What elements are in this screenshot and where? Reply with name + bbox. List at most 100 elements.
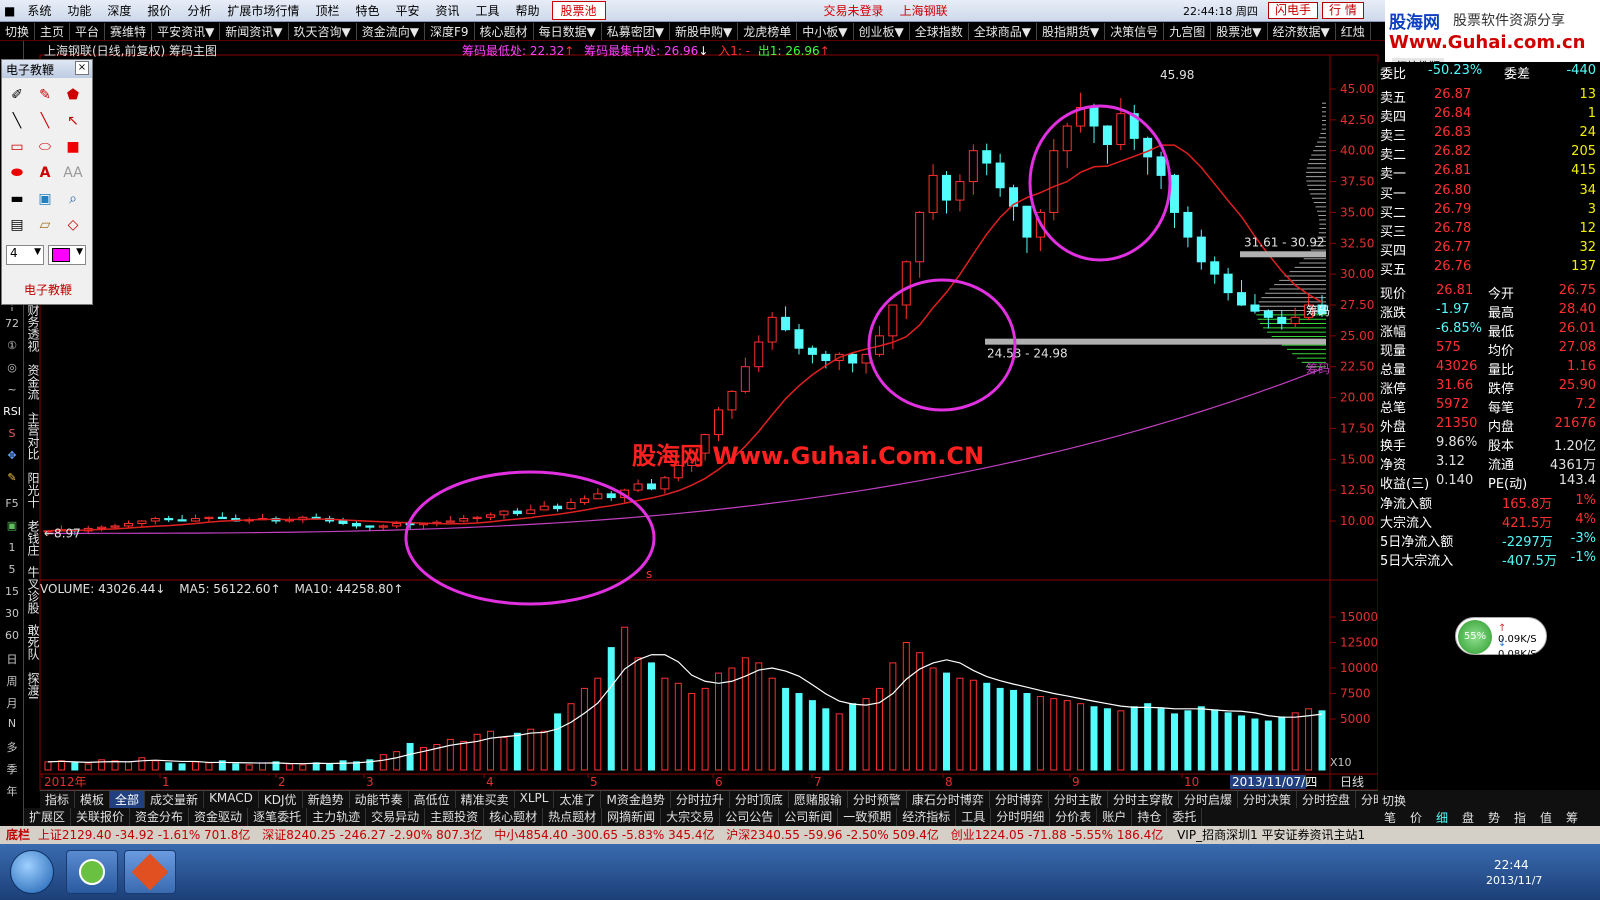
indicator-tab[interactable]: 分时主穿散	[1108, 791, 1179, 808]
extension-tab[interactable]: 一致预期	[838, 808, 898, 826]
fill-rect-icon[interactable]: ■	[62, 136, 84, 158]
ask-row[interactable]: 卖五 26.87 13	[1378, 86, 1600, 106]
server-info[interactable]: VIP_招商深圳1 平安证券资讯主站1	[1177, 828, 1365, 842]
index-zx[interactable]: 中小4854.40 -300.65 -5.83% 345.4亿	[494, 828, 714, 842]
bid-row[interactable]: 买一 26.80 34	[1378, 182, 1600, 202]
ask-row[interactable]: 卖三 26.83 24	[1378, 124, 1600, 144]
right-tab[interactable]: 筹	[1566, 809, 1578, 826]
extension-tab[interactable]: 资金驱动	[189, 808, 249, 826]
brush-icon[interactable]: ╲	[6, 110, 28, 132]
volume-bar	[567, 703, 575, 771]
bid-row[interactable]: 买五 26.76 137	[1378, 258, 1600, 278]
zoom-icon[interactable]: ⌕	[62, 188, 84, 210]
right-tab[interactable]: 盘	[1462, 809, 1474, 826]
extension-tab[interactable]: 委托	[1167, 808, 1203, 826]
extension-tab[interactable]: 持仓	[1132, 808, 1168, 826]
font-icon[interactable]: AA	[62, 162, 84, 184]
indicator-tab[interactable]: 新趋势	[303, 791, 350, 808]
indicator-tab[interactable]: 动能节奏	[350, 791, 409, 808]
indicator-tab[interactable]: 精准买卖	[456, 791, 515, 808]
pen-icon[interactable]: ✎	[34, 84, 56, 106]
indicator-tab[interactable]: 分时T+0	[1356, 791, 1378, 808]
extension-tab[interactable]: 公司新闻	[779, 808, 839, 826]
statusbar-label[interactable]: 底栏	[6, 828, 30, 842]
indicator-tab[interactable]: 太准了	[554, 791, 602, 808]
extension-tab[interactable]: 核心题材	[484, 808, 544, 826]
right-tab[interactable]: 值	[1540, 809, 1552, 826]
index-sh[interactable]: 上证2129.40 -34.92 -1.61% 701.8亿	[38, 828, 251, 842]
extension-tab[interactable]: 热点题材	[543, 808, 603, 826]
open-icon[interactable]: ▱	[34, 214, 56, 236]
fill-icon[interactable]: ⬟	[62, 84, 84, 106]
extension-tab[interactable]: 经济指标	[897, 808, 957, 826]
extension-tab[interactable]: 账户	[1097, 808, 1133, 826]
extension-tab[interactable]: 关联报价	[71, 808, 131, 826]
indicator-tab[interactable]: KMACD	[204, 791, 259, 808]
indicator-tab[interactable]: 康石分时博弈	[907, 791, 990, 808]
extension-tab[interactable]: 公司公告	[720, 808, 780, 826]
start-button-icon[interactable]	[10, 850, 54, 894]
index-sz[interactable]: 深证8240.25 -246.27 -2.90% 807.3亿	[262, 828, 482, 842]
extension-tab[interactable]: 扩展区	[24, 808, 72, 826]
line-icon[interactable]: ╲	[34, 110, 56, 132]
indicator-tab[interactable]: M资金趋势	[601, 791, 671, 808]
network-speed-widget[interactable]: 55% ↑ 0.09K/S ↓ 0.08K/S	[1455, 617, 1547, 660]
ask-row[interactable]: 卖四 26.84 1	[1378, 105, 1600, 125]
indicator-tab[interactable]: 分时主散	[1049, 791, 1108, 808]
extension-tab[interactable]: 资金分布	[130, 808, 190, 826]
ellipse-icon[interactable]: ⬭	[34, 136, 56, 158]
indicator-tab[interactable]: 模板	[75, 791, 111, 808]
bid-row[interactable]: 买四 26.77 32	[1378, 239, 1600, 259]
right-tab[interactable]: 价	[1410, 809, 1422, 826]
color-select[interactable]: ▼	[48, 245, 86, 265]
close-icon[interactable]: ×	[75, 61, 89, 75]
indicator-tab[interactable]: 全部	[110, 791, 146, 808]
right-tab[interactable]: 笔	[1384, 809, 1396, 826]
indicator-tab[interactable]: 分时启爆	[1179, 791, 1238, 808]
indicator-tab[interactable]: 愿赌服输	[789, 791, 848, 808]
indicator-tab[interactable]: 分时决策	[1238, 791, 1297, 808]
ask-row[interactable]: 卖二 26.82 205	[1378, 143, 1600, 163]
extension-tab[interactable]: 分价表	[1050, 808, 1098, 826]
indicator-tab[interactable]: 成交量新	[145, 791, 205, 808]
right-tab[interactable]: 切换	[1382, 792, 1406, 809]
extension-tab[interactable]: 交易异动	[366, 808, 426, 826]
right-tab[interactable]: 指	[1514, 809, 1526, 826]
extension-tab[interactable]: 分时明细	[991, 808, 1051, 826]
taskbar-app-icon[interactable]	[124, 850, 176, 894]
index-cy[interactable]: 创业1224.05 -71.88 -5.55% 186.4亿	[951, 828, 1164, 842]
indicator-tab[interactable]: XLPL	[515, 791, 555, 808]
right-tab[interactable]: 势	[1488, 809, 1500, 826]
screen-icon[interactable]: ▣	[34, 188, 56, 210]
taskbar-ie-icon[interactable]	[66, 850, 118, 894]
indicator-tab[interactable]: 分时顶底	[730, 791, 789, 808]
extension-tab[interactable]: 网摘新闻	[602, 808, 662, 826]
eraser-icon[interactable]: ✐	[6, 84, 28, 106]
text-icon[interactable]: A	[34, 162, 56, 184]
arrow-icon[interactable]: ↖	[62, 110, 84, 132]
fill-ellipse-icon[interactable]: ⬬	[6, 162, 28, 184]
extension-tab[interactable]: 工具	[956, 808, 992, 826]
indicator-tab[interactable]: 分时控盘	[1297, 791, 1356, 808]
extension-tab[interactable]: 大宗交易	[661, 808, 721, 826]
indicator-tab[interactable]: 分时拉升	[671, 791, 730, 808]
extension-tab[interactable]: 主题投资	[425, 808, 485, 826]
ask-row[interactable]: 卖一 26.81 415	[1378, 162, 1600, 182]
diamond-icon[interactable]: ◇	[62, 214, 84, 236]
indicator-tab[interactable]: 指标	[40, 791, 76, 808]
indicator-tab[interactable]: KDJ优	[259, 791, 303, 808]
rect-icon[interactable]: ▭	[6, 136, 28, 158]
indicator-tab[interactable]: 高低位	[409, 791, 456, 808]
extension-tab[interactable]: 逐笔委托	[248, 808, 308, 826]
black-rect-icon[interactable]: ▬	[6, 188, 28, 210]
save-icon[interactable]: ▤	[6, 214, 28, 236]
bid-row[interactable]: 买三 26.78 12	[1378, 220, 1600, 240]
indicator-tab[interactable]: 分时预警	[848, 791, 907, 808]
extension-tab[interactable]: 主力轨迹	[307, 808, 367, 826]
index-hs[interactable]: 沪深2340.55 -59.96 -2.50% 509.4亿	[726, 828, 939, 842]
palette-header[interactable]: 电子教鞭 ×	[2, 60, 92, 78]
right-tab[interactable]: 细	[1436, 809, 1448, 826]
indicator-tab[interactable]: 分时博弈	[990, 791, 1049, 808]
width-select[interactable]: 4 ▼	[6, 245, 44, 265]
bid-row[interactable]: 买二 26.79 3	[1378, 201, 1600, 221]
